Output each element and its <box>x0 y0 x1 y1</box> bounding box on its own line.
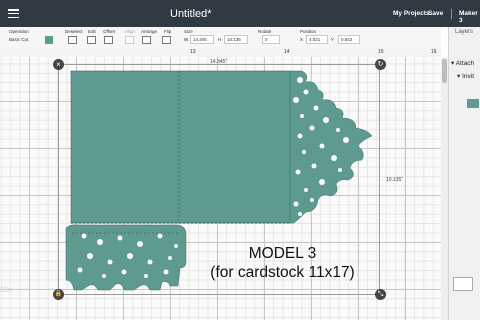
caption-line-2: (for cardstock 11x17) <box>210 264 355 281</box>
zoom-level[interactable]: 55% <box>0 288 12 294</box>
layer-group-invite[interactable]: ▾ Invit <box>457 72 474 80</box>
delete-handle-icon[interactable]: × <box>53 59 64 70</box>
layer-thumbnail[interactable] <box>467 99 479 108</box>
lock-handle-icon[interactable]: 🔒 <box>53 289 64 300</box>
rotate-handle-icon[interactable]: ↻ <box>375 59 386 70</box>
layer-group-attach[interactable]: ▾ Attach <box>451 59 474 67</box>
height-dimension: 10.135" <box>386 177 404 183</box>
canvas-color-box[interactable] <box>453 277 473 291</box>
layers-title: Layers <box>455 29 474 35</box>
titlebar-divider <box>451 9 452 19</box>
layer-group-label: Invit <box>462 73 474 80</box>
caption-line-1: MODEL 3 <box>248 245 317 262</box>
layer-group-label: Attach <box>455 60 475 67</box>
model-caption: MODEL 3 (for cardstock 11x17) <box>200 244 365 282</box>
scroll-thumb[interactable] <box>442 59 447 83</box>
resize-handle-icon[interactable]: ⤡ <box>375 289 386 300</box>
vertical-scrollbar[interactable] <box>441 57 448 320</box>
machine-selector[interactable]: Maker 3 <box>459 10 480 24</box>
width-dimension: 14.345" <box>210 59 228 65</box>
